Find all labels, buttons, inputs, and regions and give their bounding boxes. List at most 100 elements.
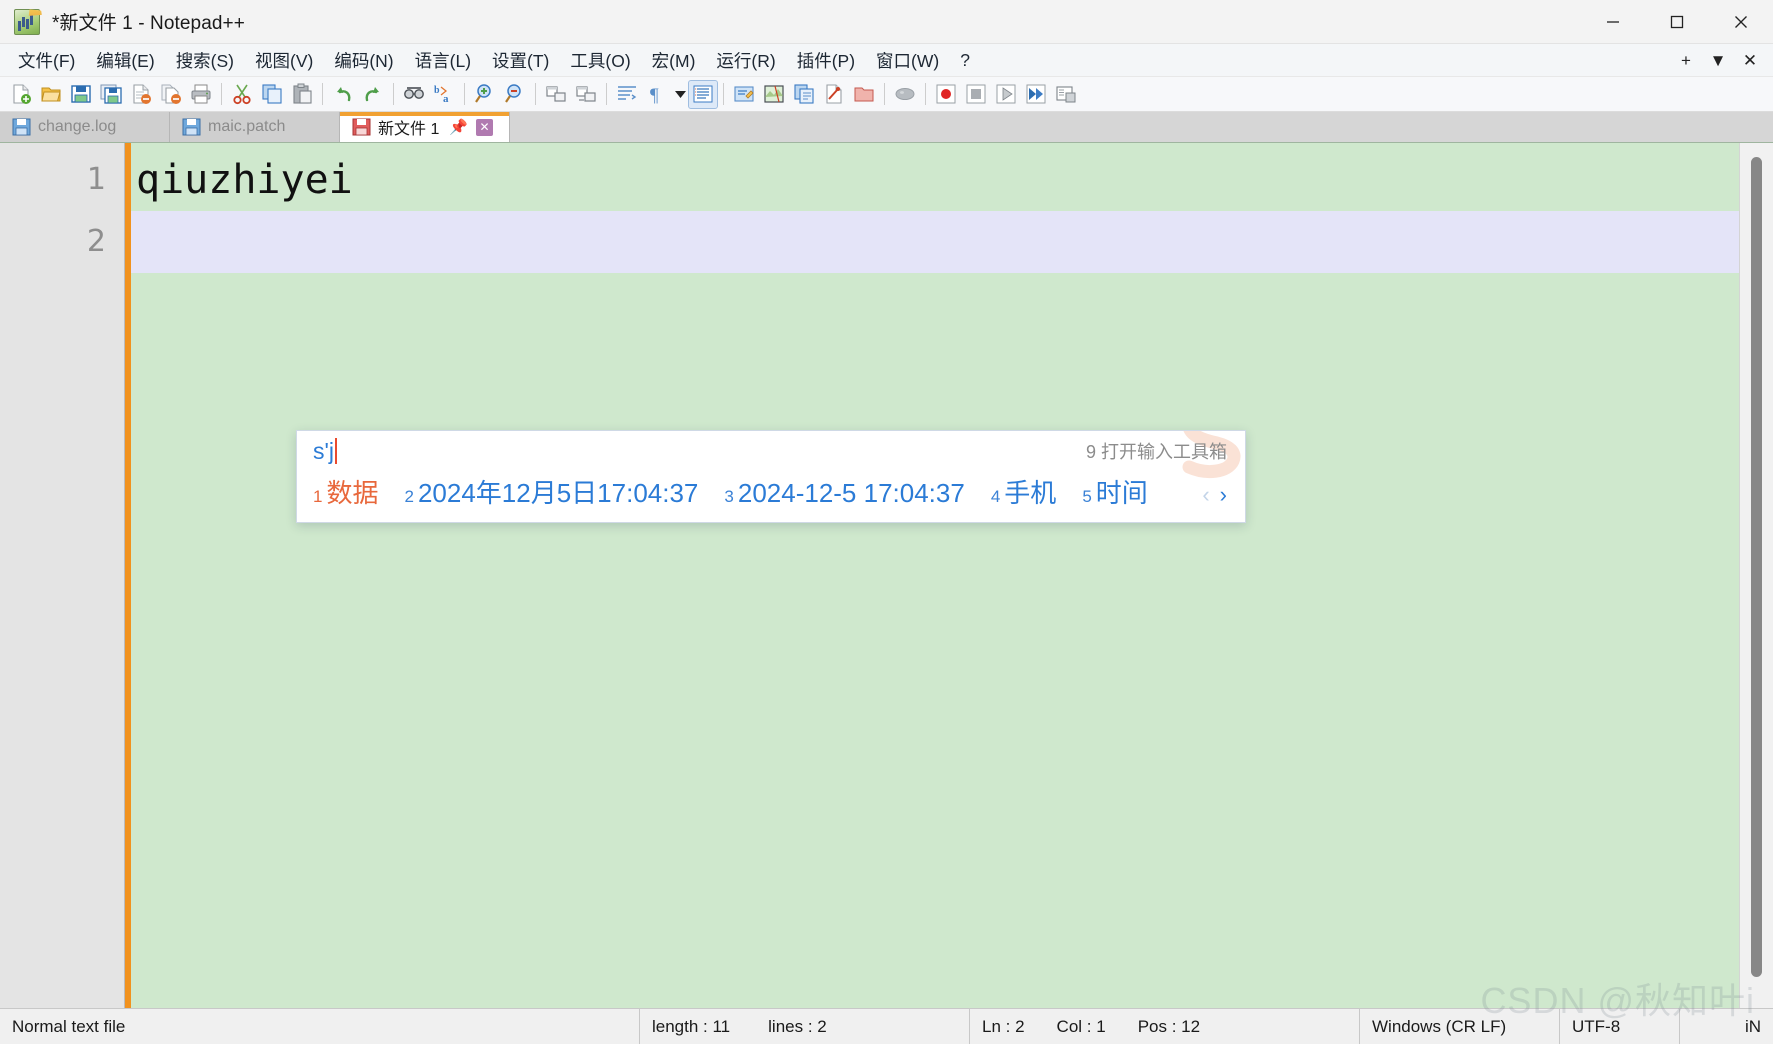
toolbar-separator bbox=[723, 83, 724, 105]
ime-composition-row: s'j 9 打开输入工具箱 bbox=[297, 431, 1245, 471]
cut-icon[interactable] bbox=[228, 81, 256, 108]
toolbar: ba ¶ bbox=[0, 77, 1773, 112]
save-macro-icon[interactable] bbox=[1052, 81, 1080, 108]
copy-icon[interactable] bbox=[258, 81, 286, 108]
find-icon[interactable] bbox=[400, 81, 428, 108]
save-all-icon[interactable] bbox=[97, 81, 125, 108]
close-button[interactable] bbox=[1709, 0, 1773, 44]
menu-view[interactable]: 视图(V) bbox=[246, 45, 322, 76]
menu-window[interactable]: 窗口(W) bbox=[867, 45, 948, 76]
code-line[interactable]: qiuzhiyei bbox=[131, 149, 1739, 211]
ime-candidate-window[interactable]: s'j 9 打开输入工具箱 1 数据 2 2024年12月5日17:04:37 … bbox=[296, 430, 1246, 523]
close-all-icon[interactable] bbox=[157, 81, 185, 108]
chevron-down-icon[interactable] bbox=[672, 81, 688, 108]
tab-list-button[interactable]: ▼ bbox=[1703, 47, 1733, 75]
close-file-icon[interactable] bbox=[127, 81, 155, 108]
code-editor[interactable]: qiuzhiyei s'j 9 打开输入工具箱 1 数据 2 2024年12月5… bbox=[125, 143, 1739, 1008]
user-define-dialog-icon[interactable] bbox=[730, 81, 758, 108]
word-wrap-icon[interactable] bbox=[613, 81, 641, 108]
tab-label: change.log bbox=[38, 118, 117, 135]
vertical-scrollbar[interactable] bbox=[1739, 143, 1773, 1008]
ime-toolbox-hint[interactable]: 9 打开输入工具箱 bbox=[1086, 438, 1227, 464]
candidate-item-1[interactable]: 1 数据 bbox=[313, 473, 378, 510]
indent-guide-icon[interactable] bbox=[688, 79, 718, 109]
title-bar: *新文件 1 - Notepad++ bbox=[0, 0, 1773, 44]
redo-icon[interactable] bbox=[359, 81, 387, 108]
menu-search[interactable]: 搜索(S) bbox=[167, 45, 243, 76]
text-caret bbox=[335, 437, 338, 464]
svg-text:a: a bbox=[443, 93, 449, 105]
candidate-item-5[interactable]: 5 时间 bbox=[1082, 473, 1147, 510]
toolbar-separator bbox=[884, 83, 885, 105]
scrollbar-thumb[interactable] bbox=[1751, 157, 1762, 977]
doc-map-icon[interactable] bbox=[760, 81, 788, 108]
line-number: 1 bbox=[86, 162, 106, 197]
zoom-out-icon[interactable] bbox=[501, 81, 529, 108]
menu-tools[interactable]: 工具(O) bbox=[561, 45, 639, 76]
menu-edit[interactable]: 编辑(E) bbox=[87, 45, 163, 76]
folder-workspace-icon[interactable] bbox=[850, 81, 878, 108]
candidate-index: 4 bbox=[990, 487, 1001, 506]
saved-file-icon bbox=[12, 118, 31, 136]
code-line-current[interactable] bbox=[131, 211, 1739, 273]
new-file-icon[interactable] bbox=[7, 81, 35, 108]
menu-plugins[interactable]: 插件(P) bbox=[788, 45, 864, 76]
print-icon[interactable] bbox=[187, 81, 215, 108]
candidate-text: 2024-12-5 17:04:37 bbox=[737, 478, 965, 508]
menu-help[interactable]: ? bbox=[951, 47, 979, 74]
close-icon[interactable]: ✕ bbox=[476, 118, 494, 136]
tab-maic-patch[interactable]: maic.patch bbox=[170, 112, 340, 142]
save-icon[interactable] bbox=[67, 81, 95, 108]
toolbar-separator bbox=[606, 83, 607, 105]
play-macro-icon[interactable] bbox=[992, 81, 1020, 108]
status-length-lines: length : 11 lines : 2 bbox=[640, 1008, 970, 1044]
status-col: Col : 1 bbox=[1056, 1016, 1106, 1036]
replace-icon[interactable]: ba bbox=[430, 81, 458, 108]
next-page-icon[interactable]: › bbox=[1220, 484, 1227, 506]
candidate-item-2[interactable]: 2 2024年12月5日17:04:37 bbox=[404, 473, 698, 510]
ime-candidate-list: 1 数据 2 2024年12月5日17:04:37 3 2024-12-5 17… bbox=[297, 471, 1245, 522]
tab-change-log[interactable]: change.log bbox=[0, 112, 170, 142]
close-tab-button[interactable]: ✕ bbox=[1735, 47, 1765, 75]
menu-file[interactable]: 文件(F) bbox=[9, 45, 84, 76]
undo-icon[interactable] bbox=[329, 81, 357, 108]
menu-encoding[interactable]: 编码(N) bbox=[325, 45, 402, 76]
function-list-icon[interactable] bbox=[790, 81, 818, 108]
open-file-icon[interactable] bbox=[37, 81, 65, 108]
minimize-button[interactable] bbox=[1581, 0, 1645, 44]
unsaved-file-icon bbox=[352, 118, 371, 136]
paste-icon[interactable] bbox=[288, 81, 316, 108]
menu-language[interactable]: 语言(L) bbox=[406, 45, 480, 76]
candidate-text: 时间 bbox=[1095, 478, 1148, 508]
notepadpp-window: *新文件 1 - Notepad++ 文件(F) 编辑(E) 搜索(S) 视图(… bbox=[0, 0, 1773, 1044]
prev-page-icon[interactable]: ‹ bbox=[1202, 484, 1209, 506]
stop-macro-icon[interactable] bbox=[962, 81, 990, 108]
candidate-text: 手机 bbox=[1004, 478, 1057, 508]
maximize-button[interactable] bbox=[1645, 0, 1709, 44]
toolbar-separator bbox=[925, 83, 926, 105]
editor-area: 1 2 qiuzhiyei s'j 9 打开输入工具箱 1 数据 2 2024年… bbox=[0, 143, 1773, 1008]
zoom-in-icon[interactable] bbox=[471, 81, 499, 108]
doc-switcher-icon[interactable] bbox=[820, 81, 848, 108]
sync-vertical-icon[interactable] bbox=[542, 81, 570, 108]
toolbar-separator bbox=[322, 83, 323, 105]
run-macro-multiple-icon[interactable] bbox=[1022, 81, 1050, 108]
svg-text:¶: ¶ bbox=[650, 85, 659, 105]
new-tab-button[interactable]: + bbox=[1671, 47, 1701, 75]
candidate-item-4[interactable]: 4 手机 bbox=[991, 473, 1056, 510]
menu-run[interactable]: 运行(R) bbox=[707, 45, 784, 76]
menu-settings[interactable]: 设置(T) bbox=[483, 45, 558, 76]
svg-text:b: b bbox=[434, 85, 440, 96]
sync-horizontal-icon[interactable] bbox=[572, 81, 600, 108]
record-macro-icon[interactable] bbox=[932, 81, 960, 108]
monitoring-icon[interactable] bbox=[891, 81, 919, 108]
tab-bar: change.log maic.patch 新文件 1 📌 ✕ bbox=[0, 112, 1773, 143]
pin-icon[interactable]: 📌 bbox=[449, 118, 468, 136]
menu-macro[interactable]: 宏(M) bbox=[643, 45, 705, 76]
show-all-chars-icon[interactable]: ¶ bbox=[643, 81, 671, 108]
candidate-index: 5 bbox=[1082, 487, 1092, 506]
candidate-index: 3 bbox=[724, 487, 734, 506]
candidate-item-3[interactable]: 3 2024-12-5 17:04:37 bbox=[724, 478, 964, 509]
tab-new-file-1[interactable]: 新文件 1 📌 ✕ bbox=[340, 112, 510, 142]
line-number: 2 bbox=[86, 224, 106, 259]
